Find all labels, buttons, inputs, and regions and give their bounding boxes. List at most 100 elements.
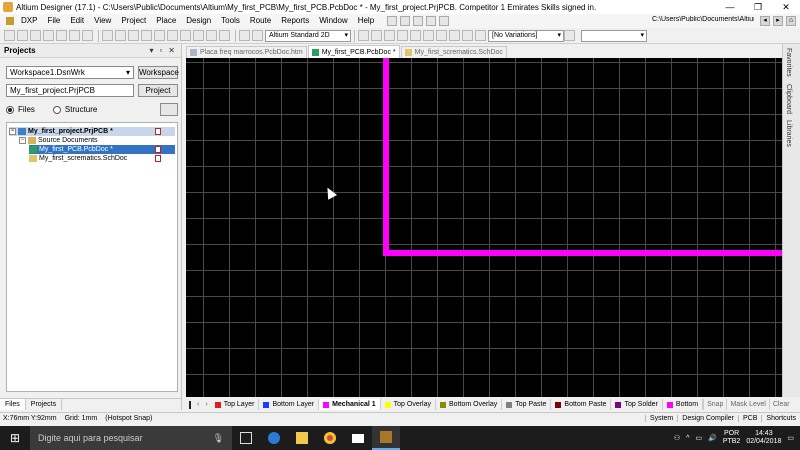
menu-file[interactable]: File — [42, 14, 65, 28]
menu-place[interactable]: Place — [151, 14, 181, 28]
new-file-icon[interactable] — [4, 30, 15, 41]
menu-dxp[interactable]: DXP — [16, 14, 42, 28]
fill-icon[interactable] — [436, 30, 447, 41]
snap-button[interactable]: Snap — [703, 399, 726, 410]
clear-button[interactable]: Clear — [768, 399, 793, 410]
tree-item-source-documents[interactable]: − Source Documents — [19, 136, 175, 145]
layer-tab-bottom-paste[interactable]: Bottom Paste — [551, 399, 612, 410]
doc-tab-placa-freq[interactable]: Placa freq marrocos.PcbDoc.htm — [186, 46, 307, 58]
cross-probe-icon[interactable] — [193, 30, 204, 41]
doc-tab-my-first-scrematics[interactable]: My_first_scrematics.SchDoc — [400, 46, 507, 58]
microphone-icon[interactable]: 🎙 — [213, 433, 224, 444]
variations-select[interactable]: [No Variations] — [488, 29, 564, 42]
board-outline-vertical[interactable] — [383, 58, 389, 256]
workspace-button[interactable]: Workspace — [138, 66, 179, 79]
document-path[interactable]: C:\Users\Public\Documents\Altiun — [652, 16, 754, 27]
diff-pair-route-icon[interactable] — [371, 30, 382, 41]
layer-scroll-left-icon[interactable]: ‹ — [197, 401, 199, 408]
via-icon[interactable] — [423, 30, 434, 41]
highlight-icon[interactable] — [239, 30, 250, 41]
polygon-icon[interactable] — [449, 30, 460, 41]
workspace-select[interactable]: Workspace1.DsnWrk — [6, 66, 134, 79]
zoom-area-icon[interactable] — [82, 30, 93, 41]
project-button[interactable]: Project — [138, 84, 178, 97]
current-layer-swatch[interactable] — [189, 400, 191, 409]
clear-filter-icon[interactable] — [252, 30, 263, 41]
redo-icon[interactable] — [219, 30, 230, 41]
panel-pin-icon[interactable]: ▫ — [159, 46, 162, 55]
task-view-button[interactable] — [232, 426, 260, 450]
tab-files[interactable]: Files — [0, 399, 26, 410]
status-shortcuts-button[interactable]: Shortcuts — [761, 414, 800, 422]
panel-close-icon[interactable]: ✕ — [168, 46, 175, 55]
print-icon[interactable] — [43, 30, 54, 41]
panel-menu-icon[interactable]: ▾ — [149, 46, 153, 55]
tree-item-schdoc[interactable]: My_first_scrematics.SchDoc — [29, 154, 175, 163]
layer-tab-bottom[interactable]: Bottom — [663, 399, 704, 410]
menu-route[interactable]: Route — [245, 14, 276, 28]
view-mode-select[interactable]: Altium Standard 2D — [265, 29, 351, 42]
options-tool-icon[interactable] — [426, 16, 437, 26]
structure-radio[interactable] — [52, 105, 61, 114]
mask-level-button[interactable]: Mask Level — [726, 399, 768, 410]
string-icon[interactable] — [462, 30, 473, 41]
zoom-fit-icon[interactable] — [69, 30, 80, 41]
edge-taskbar-button[interactable] — [260, 426, 288, 450]
menu-edit[interactable]: Edit — [65, 14, 89, 28]
cut-icon[interactable] — [102, 30, 113, 41]
layer-tab-bottom-layer[interactable]: Bottom Layer — [259, 399, 320, 410]
menu-tools[interactable]: Tools — [216, 14, 245, 28]
chrome-taskbar-button[interactable] — [316, 426, 344, 450]
mail-taskbar-button[interactable] — [344, 426, 372, 450]
collapse-icon[interactable]: − — [9, 128, 16, 135]
status-pcb-button[interactable]: PCB — [738, 414, 761, 422]
menu-design[interactable]: Design — [181, 14, 216, 28]
layer-tab-mechanical-1[interactable]: Mechanical 1 — [319, 399, 381, 410]
volume-icon[interactable]: 🔊 — [708, 434, 717, 442]
menu-reports[interactable]: Reports — [276, 14, 314, 28]
menu-project[interactable]: Project — [116, 14, 151, 28]
rubber-stamp-icon[interactable] — [141, 30, 152, 41]
layer-tab-top-overlay[interactable]: Top Overlay — [381, 399, 437, 410]
pad-icon[interactable] — [410, 30, 421, 41]
zoom-in-icon[interactable] — [56, 30, 67, 41]
pcb-canvas[interactable] — [186, 58, 782, 397]
paste-icon[interactable] — [128, 30, 139, 41]
taskbar-search[interactable]: Digite aqui para pesquisar 🎙 — [30, 426, 232, 450]
forward-arrow-icon[interactable]: ▸ — [773, 16, 783, 26]
language-indicator[interactable]: POR PTB2 — [723, 430, 741, 446]
side-tab-libraries[interactable]: Libraries — [785, 120, 792, 147]
interactive-route-icon[interactable] — [358, 30, 369, 41]
group-tool-icon[interactable] — [439, 16, 450, 26]
layer-scroll-right-icon[interactable]: › — [205, 401, 207, 408]
network-icon[interactable]: ▭ — [695, 434, 702, 442]
component-tool-icon[interactable] — [400, 16, 411, 26]
layer-tab-bottom-overlay[interactable]: Bottom Overlay — [436, 399, 503, 410]
layer-tab-top-layer[interactable]: Top Layer — [211, 399, 260, 410]
menu-window[interactable]: Window — [314, 14, 352, 28]
file-explorer-taskbar-button[interactable] — [288, 426, 316, 450]
side-tab-favorites[interactable]: Favorites — [785, 48, 792, 77]
files-radio[interactable] — [6, 105, 14, 114]
layer-tab-top-solder[interactable]: Top Solder — [611, 399, 663, 410]
menu-help[interactable]: Help — [353, 14, 379, 28]
extra-select[interactable] — [581, 29, 647, 42]
side-tab-clipboard[interactable]: Clipboard — [785, 84, 792, 114]
copy-icon[interactable] — [115, 30, 126, 41]
variant-icon[interactable] — [564, 30, 575, 41]
clock[interactable]: 14:43 02/04/2018 — [746, 430, 781, 446]
project-field[interactable]: My_first_project.PrjPCB — [6, 84, 134, 97]
altium-taskbar-button[interactable] — [372, 426, 400, 450]
tab-projects[interactable]: Projects — [26, 399, 63, 410]
notifications-icon[interactable]: ▭ — [787, 434, 794, 442]
move-icon[interactable] — [167, 30, 178, 41]
collapse-icon[interactable]: − — [19, 137, 26, 144]
deselect-icon[interactable] — [180, 30, 191, 41]
select-area-icon[interactable] — [154, 30, 165, 41]
tree-item-project[interactable]: − My_first_project.PrjPCB * — [9, 127, 175, 136]
menu-view[interactable]: View — [89, 14, 116, 28]
project-options-icon[interactable] — [160, 103, 178, 116]
back-arrow-icon[interactable]: ◂ — [760, 16, 770, 26]
component-icon[interactable] — [475, 30, 486, 41]
home-icon[interactable]: ⌂ — [786, 16, 796, 26]
